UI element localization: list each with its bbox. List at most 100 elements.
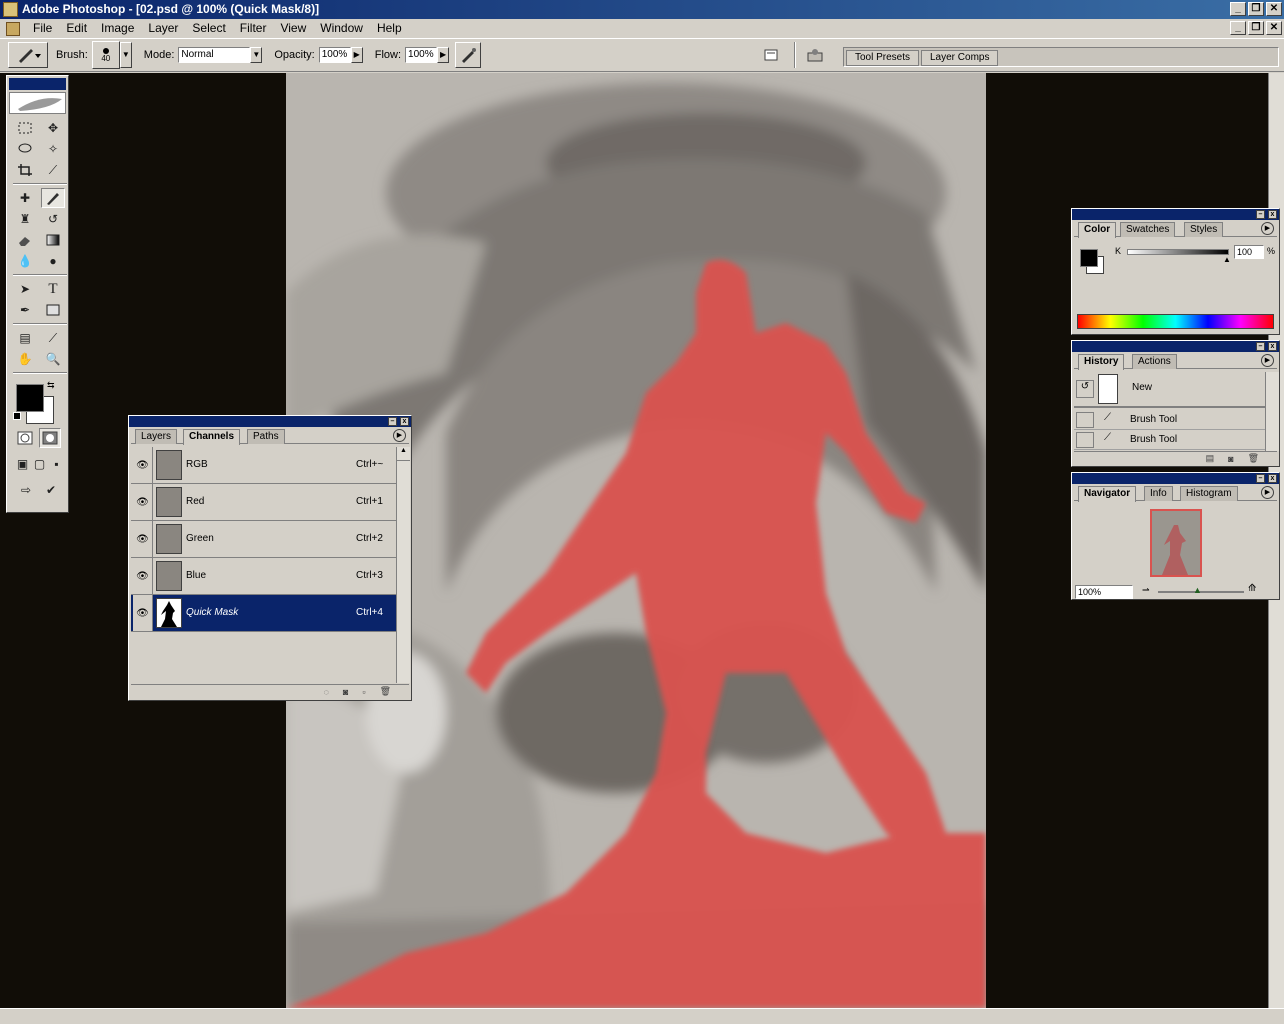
restore-button[interactable]: ❐	[1248, 2, 1264, 16]
history-source-box[interactable]	[1076, 432, 1094, 448]
menu-image[interactable]: Image	[94, 19, 141, 38]
menu-filter[interactable]: Filter	[233, 19, 274, 38]
k-slider[interactable]	[1127, 249, 1229, 255]
tab-layer-comps[interactable]: Layer Comps	[921, 50, 999, 66]
tool-preset-picker[interactable]	[8, 42, 48, 68]
new-document-from-state-icon[interactable]: ▤	[1206, 453, 1215, 464]
doc-minimize-button[interactable]: _	[1230, 21, 1246, 35]
menu-view[interactable]: View	[273, 19, 313, 38]
tab-tool-presets[interactable]: Tool Presets	[846, 50, 920, 66]
standard-screen-mode-icon[interactable]: ▣	[15, 454, 30, 474]
tab-info[interactable]: Info	[1144, 486, 1173, 501]
path-selection-tool-icon[interactable]: ➤	[13, 279, 37, 299]
flow-input[interactable]: 100%	[405, 47, 438, 63]
panel-menu-button[interactable]: ▶	[1261, 354, 1274, 367]
zoom-in-icon[interactable]: ⟰	[1248, 583, 1256, 594]
airbrush-toggle[interactable]	[455, 42, 482, 68]
history-brush-source-icon[interactable]: ↺	[1076, 380, 1094, 398]
menu-edit[interactable]: Edit	[59, 19, 94, 38]
dodge-tool-icon[interactable]: ●	[41, 251, 65, 271]
tab-color[interactable]: Color	[1078, 222, 1117, 238]
standard-mode-icon[interactable]	[14, 428, 36, 448]
hand-tool-icon[interactable]: ✋	[13, 349, 37, 369]
default-colors-icon[interactable]	[13, 412, 21, 420]
panel-close-button[interactable]: x	[1268, 342, 1277, 351]
foreground-color-swatch[interactable]	[1080, 249, 1098, 267]
navigator-zoom-input[interactable]: 100%	[1075, 585, 1133, 599]
history-panel-header[interactable]: – x	[1072, 341, 1279, 352]
channel-row-red[interactable]: 👁 Red Ctrl+1	[131, 484, 396, 521]
crop-tool-icon[interactable]	[13, 160, 37, 180]
slider-thumb-icon[interactable]: ▲	[1223, 255, 1231, 264]
panel-menu-button[interactable]: ▶	[1261, 486, 1274, 499]
menu-help[interactable]: Help	[370, 19, 409, 38]
quick-mask-mode-icon[interactable]	[39, 428, 61, 448]
visibility-eye-icon[interactable]: 👁	[133, 558, 153, 594]
menu-layer[interactable]: Layer	[141, 19, 185, 38]
file-browser-button[interactable]	[760, 44, 782, 66]
channels-panel-header[interactable]: – x	[129, 416, 411, 427]
navigator-panel-header[interactable]: – x	[1072, 473, 1279, 484]
history-state-row[interactable]: ⟋ Brush Tool	[1074, 410, 1265, 430]
tab-swatches[interactable]: Swatches	[1120, 222, 1176, 237]
slice-tool-icon[interactable]: ⟋	[41, 160, 65, 180]
blur-tool-icon[interactable]: 💧	[13, 251, 37, 271]
visibility-eye-icon[interactable]: 👁	[133, 484, 153, 520]
tab-navigator[interactable]: Navigator	[1078, 486, 1137, 502]
load-selection-icon[interactable]: ◌	[324, 687, 329, 697]
edit-in-imageready-icon[interactable]: ✔	[40, 480, 62, 500]
palette-well-button[interactable]	[804, 44, 826, 66]
scroll-up-arrow[interactable]: ▲	[397, 447, 410, 461]
history-snapshot-row[interactable]: ↺ New	[1074, 372, 1265, 408]
tab-histogram[interactable]: Histogram	[1180, 486, 1238, 501]
minimize-button[interactable]: _	[1230, 2, 1246, 16]
color-ramp[interactable]	[1077, 314, 1274, 329]
visibility-eye-icon[interactable]: 👁	[133, 447, 153, 483]
mode-dropdown-arrow[interactable]: ▼	[250, 47, 263, 63]
shape-tool-icon[interactable]	[41, 300, 65, 320]
visibility-eye-icon[interactable]: 👁	[133, 521, 153, 557]
channel-row-quick-mask[interactable]: 👁 Quick Mask Ctrl+4	[131, 595, 396, 632]
zoom-slider-thumb[interactable]: ▲	[1193, 585, 1202, 595]
channel-row-blue[interactable]: 👁 Blue Ctrl+3	[131, 558, 396, 595]
tab-styles[interactable]: Styles	[1184, 222, 1224, 237]
panel-close-button[interactable]: x	[1268, 474, 1277, 483]
opacity-slider-arrow[interactable]: ▶	[350, 47, 363, 63]
history-brush-tool-icon[interactable]: ↺	[41, 209, 65, 229]
tab-actions[interactable]: Actions	[1132, 354, 1177, 369]
tab-layers[interactable]: Layers	[135, 429, 178, 444]
tab-channels[interactable]: Channels	[183, 429, 241, 445]
mode-select[interactable]: Normal	[178, 47, 251, 63]
toolbox-header[interactable]	[9, 78, 66, 90]
menu-file[interactable]: File	[26, 19, 59, 38]
delete-state-icon[interactable]: 🗑	[1248, 453, 1259, 464]
panel-minimize-button[interactable]: –	[1256, 210, 1265, 219]
healing-brush-tool-icon[interactable]: ✚	[13, 188, 37, 208]
channel-row-rgb[interactable]: 👁 RGB Ctrl+~	[131, 447, 396, 484]
brush-tool-icon[interactable]	[41, 188, 65, 208]
panel-minimize-button[interactable]: –	[388, 417, 397, 426]
panel-close-button[interactable]: x	[1268, 210, 1277, 219]
eraser-tool-icon[interactable]	[13, 230, 37, 250]
brush-preset-picker[interactable]: 40	[91, 41, 120, 69]
navigator-preview[interactable]	[1150, 509, 1202, 577]
pen-tool-icon[interactable]: ✒	[13, 300, 37, 320]
panel-minimize-button[interactable]: –	[1256, 474, 1265, 483]
document-icon[interactable]	[6, 21, 20, 36]
brush-dropdown-arrow[interactable]: ▼	[119, 42, 132, 68]
menu-select[interactable]: Select	[185, 19, 232, 38]
history-scrollbar[interactable]	[1265, 372, 1279, 451]
delete-channel-icon[interactable]: 🗑	[380, 686, 391, 697]
lasso-tool-icon[interactable]	[13, 139, 37, 159]
zoom-out-icon[interactable]: ⇀	[1142, 585, 1150, 596]
panel-menu-button[interactable]: ▶	[1261, 222, 1274, 235]
close-button[interactable]: ✕	[1266, 2, 1282, 16]
channels-scrollbar[interactable]: ▲	[396, 447, 410, 683]
adobe-online-button[interactable]	[9, 92, 66, 114]
move-tool-icon[interactable]: ✥	[41, 118, 65, 138]
marquee-tool-icon[interactable]	[13, 118, 37, 138]
magic-wand-tool-icon[interactable]: ✧	[41, 139, 65, 159]
history-state-row[interactable]: ⟋ Brush Tool	[1074, 430, 1265, 450]
tab-history[interactable]: History	[1078, 354, 1125, 370]
new-channel-icon[interactable]: ▫	[362, 687, 365, 697]
